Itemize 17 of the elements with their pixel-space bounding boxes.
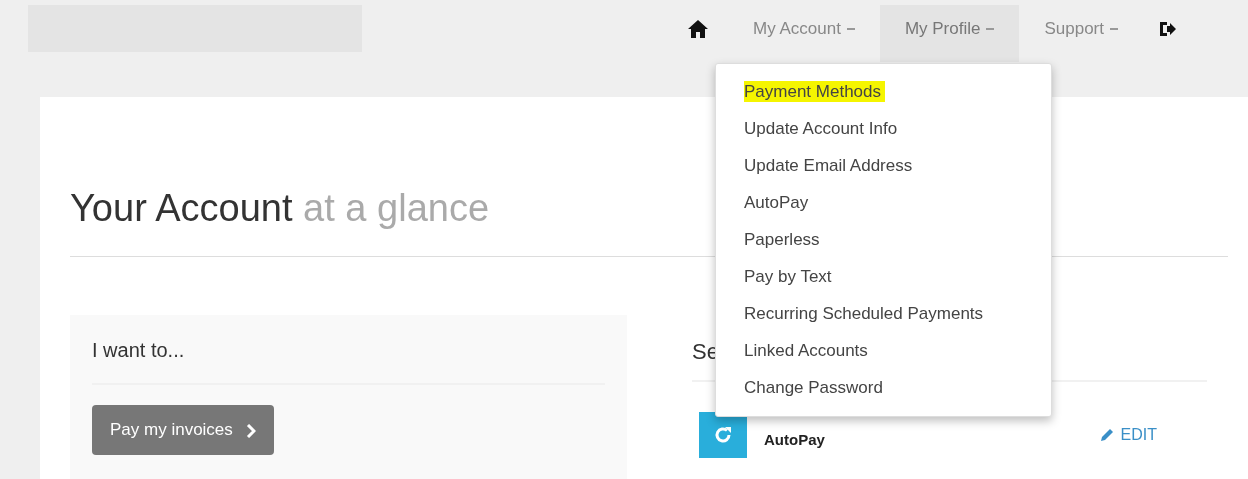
menu-item[interactable]: Linked Accounts (716, 332, 1051, 369)
menu-item[interactable]: Update Email Address (716, 147, 1051, 184)
menu-item[interactable]: Recurring Scheduled Payments (716, 295, 1051, 332)
nav-menu[interactable]: My Profile (879, 5, 1020, 62)
menu-item[interactable]: Paperless (716, 221, 1051, 258)
menu-item[interactable]: AutoPay (716, 184, 1051, 221)
pay-invoices-button[interactable]: Pay my invoices (92, 405, 274, 455)
chevron-icon (245, 423, 256, 438)
pencil-icon (1098, 427, 1115, 443)
menu-item[interactable]: Pay by Text (716, 258, 1051, 295)
menu-item[interactable]: Payment Methods (716, 73, 1051, 110)
menu-item[interactable]: Update Account Info (716, 110, 1051, 147)
menu-item[interactable]: Change Password (716, 369, 1051, 406)
page-heading: Your Account at a glance (70, 186, 490, 231)
edit-link[interactable]: EDIT (1098, 423, 1157, 447)
card-title: I want to... (92, 338, 186, 363)
setting-label: AutoPay (764, 429, 825, 450)
